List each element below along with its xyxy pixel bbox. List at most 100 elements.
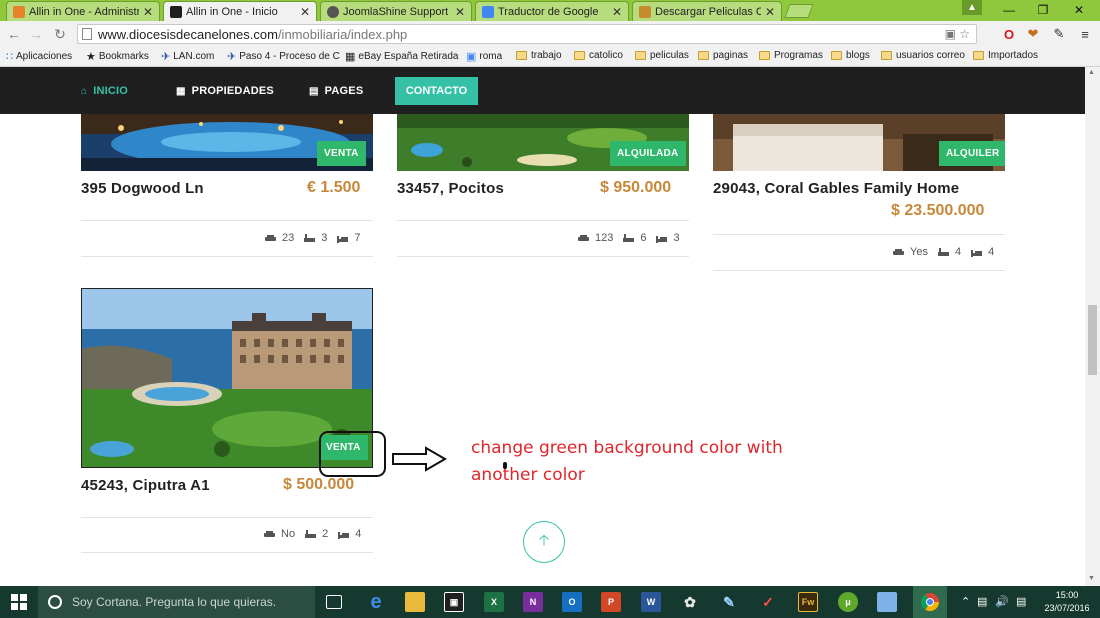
tab-title: Allin in One - Administrac (29, 5, 139, 18)
bed-count: 7 (354, 232, 361, 244)
car-icon (264, 530, 275, 537)
bookmark-lan[interactable]: ✈ LAN.com (161, 50, 214, 63)
close-tab-icon[interactable]: ✕ (455, 5, 465, 19)
fireworks-icon[interactable]: Fw (798, 592, 818, 612)
nav-contacto-button[interactable]: CONTACTO (395, 77, 478, 105)
paint-icon[interactable]: ✎ (719, 592, 739, 612)
powerpoint-icon[interactable]: P (601, 592, 621, 612)
page-scrollbar[interactable]: ▲ ▼ (1085, 67, 1100, 586)
utorrent-icon[interactable]: μ (838, 592, 858, 612)
bookmark-usuarios-correo[interactable]: usuarios correo (881, 50, 965, 61)
cortana-placeholder: Soy Cortana. Pregunta lo que quieras. (72, 595, 277, 609)
task-view-icon[interactable] (326, 595, 342, 609)
store-icon[interactable]: ▣ (444, 592, 464, 612)
minimize-icon[interactable]: — (992, 0, 1026, 20)
nav-inicio[interactable]: ⌂ INICIO (81, 85, 128, 97)
bathtub-icon (937, 247, 949, 256)
star-icon: ★ (86, 51, 96, 63)
notifications-icon[interactable]: ▤ (1016, 595, 1026, 608)
property-title[interactable]: 45243, Ciputra A1 (81, 477, 210, 494)
outlook-icon[interactable]: O (562, 592, 582, 612)
cortana-search-box[interactable]: Soy Cortana. Pregunta lo que quieras. (38, 586, 315, 618)
taskbar-clock[interactable]: 15:00 23/07/2016 (1040, 589, 1094, 615)
menu-icon[interactable]: ≡ (1076, 25, 1094, 43)
apps-grid-icon: ∷ (6, 51, 13, 63)
tray-chevron-icon[interactable]: ⌃ (961, 595, 970, 608)
opera-icon[interactable]: O (1000, 25, 1018, 43)
annotation-line: another color (471, 465, 585, 485)
tab-traductor[interactable]: Traductor de Google ✕ (475, 1, 629, 21)
tab-inicio[interactable]: Allin in One - Inicio ✕ (163, 1, 317, 21)
google-translate-favicon-icon (482, 5, 494, 18)
property-price: $ 500.000 (283, 476, 355, 493)
bookmark-label: blogs (846, 50, 870, 61)
tab-joomlashine[interactable]: JoomlaShine Support Foru ✕ (320, 1, 472, 21)
property-listing: VENTA 395 Dogwood Ln € 1.500 23 3 7 ALQU… (0, 114, 1085, 586)
bookmark-label: peliculas (650, 50, 689, 61)
arrow-up-icon: 🡡 (538, 531, 550, 549)
bookmark-blogs[interactable]: blogs (831, 50, 870, 61)
extension-icon[interactable]: ❤ (1024, 25, 1042, 43)
bookmark-ebay[interactable]: ▦ eBay España Retirada (345, 50, 458, 63)
bookmark-label: trabajo (531, 50, 562, 61)
translate-icon: ▣ (466, 51, 477, 63)
brush-icon[interactable]: ✓ (758, 592, 778, 612)
close-window-icon[interactable]: ✕ (1062, 0, 1096, 20)
divider (397, 256, 689, 257)
bookmark-programas[interactable]: Programas (759, 50, 823, 61)
annotation-arrow-icon (392, 446, 447, 472)
new-tab-button[interactable] (784, 4, 814, 18)
close-tab-icon[interactable]: ✕ (765, 5, 775, 19)
property-image-pool-night[interactable]: VENTA (81, 114, 373, 171)
nav-propiedades[interactable]: ▦ PROPIEDADES (176, 85, 274, 97)
tab-peliculas[interactable]: Descargar Peliculas Castel ✕ (632, 1, 782, 21)
restore-icon[interactable]: ❐ (1026, 0, 1060, 20)
back-arrow-icon[interactable]: ← (5, 25, 23, 43)
forward-arrow-icon[interactable]: → (27, 25, 45, 43)
file-explorer-icon[interactable] (405, 592, 425, 612)
close-tab-icon[interactable]: ✕ (612, 5, 622, 19)
bed-icon (337, 235, 349, 243)
bookmark-roma[interactable]: ▣ roma (466, 50, 502, 63)
user-profile-icon[interactable]: ▲ (962, 0, 982, 15)
windows-start-button[interactable] (0, 586, 38, 618)
reload-icon[interactable]: ↻ (51, 25, 69, 43)
bookmark-importados[interactable]: Importados (973, 50, 1038, 61)
nav-pages[interactable]: ▤ PAGES (309, 85, 363, 97)
property-image-bedroom[interactable]: ALQUILER (713, 114, 1005, 171)
property-title[interactable]: 33457, Pocitos (397, 180, 504, 197)
scroll-up-icon[interactable]: ▲ (1088, 69, 1095, 76)
tab-admin[interactable]: Allin in One - Administrac ✕ (6, 1, 160, 21)
excel-icon[interactable]: X (484, 592, 504, 612)
chrome-taskbar-button[interactable] (913, 586, 947, 618)
network-icon[interactable]: ▤ (977, 595, 987, 608)
word-icon[interactable]: W (641, 592, 661, 612)
bookmark-aplicaciones[interactable]: ∷ Aplicaciones (6, 50, 72, 63)
edge-icon[interactable]: e (366, 591, 386, 613)
tab-title: JoomlaShine Support Foru (343, 5, 451, 18)
close-tab-icon[interactable]: ✕ (143, 5, 153, 19)
bookmark-peliculas[interactable]: peliculas (635, 50, 689, 61)
onenote-icon[interactable]: N (523, 592, 543, 612)
bookmark-trabajo[interactable]: trabajo (516, 50, 562, 61)
plane-icon: ✈ (161, 51, 171, 63)
mouse-cursor-icon (503, 462, 507, 469)
notepad-icon[interactable] (877, 592, 897, 612)
address-bar[interactable]: www.diocesisdecanelones.com/inmobiliaria… (77, 24, 977, 44)
bookmark-catolico[interactable]: catolico (574, 50, 623, 61)
pen-extension-icon[interactable]: ✎ (1050, 25, 1068, 43)
volume-icon[interactable]: 🔊 (995, 595, 1009, 608)
property-image-golf[interactable]: ALQUILADA (397, 114, 689, 171)
scroll-to-top-button[interactable]: 🡡 (523, 521, 565, 563)
close-tab-icon[interactable]: ✕ (300, 5, 310, 19)
property-title[interactable]: 29043, Coral Gables Family Home (713, 180, 959, 197)
scroll-down-icon[interactable]: ▼ (1088, 575, 1095, 582)
bath-count: 2 (322, 528, 329, 540)
scrollbar-thumb[interactable] (1088, 305, 1097, 375)
bookmark-bookmarks[interactable]: ★ Bookmarks (86, 50, 149, 63)
app-icon[interactable]: ✿ (680, 592, 700, 612)
bookmark-paginas[interactable]: paginas (698, 50, 748, 61)
bookmark-paso4[interactable]: ✈ Paso 4 - Proceso de C (227, 50, 340, 63)
property-title[interactable]: 395 Dogwood Ln (81, 180, 204, 197)
garage-count: Yes (910, 246, 928, 258)
